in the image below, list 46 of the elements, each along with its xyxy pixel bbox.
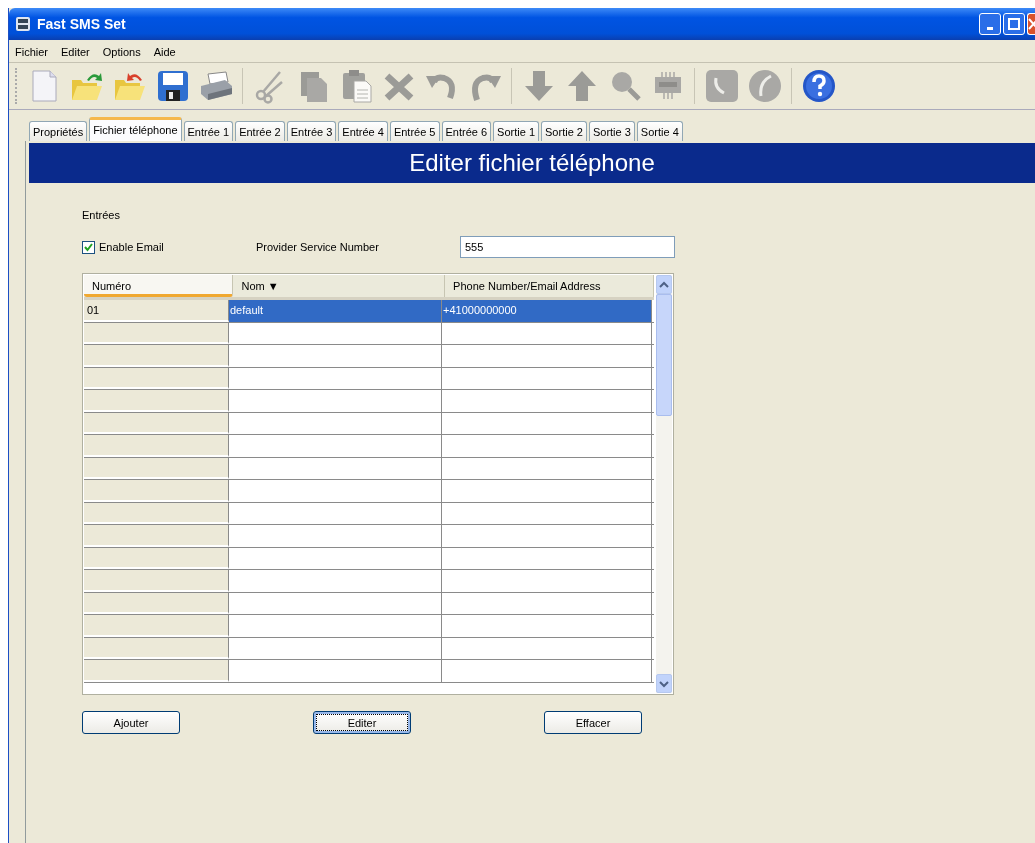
scrollbar[interactable] xyxy=(656,275,672,693)
app-icon xyxy=(15,16,31,32)
maximize-button[interactable] xyxy=(1003,13,1025,35)
tab[interactable]: Entrée 3 xyxy=(286,121,337,141)
tab[interactable]: Propriétés xyxy=(29,121,88,141)
panel-title: Editer fichier téléphone xyxy=(29,143,1035,183)
scroll-thumb[interactable] xyxy=(656,294,672,416)
tab[interactable]: Entrée 2 xyxy=(235,121,285,141)
minimize-icon xyxy=(987,26,993,30)
enable-email-checkbox[interactable]: Enable Email xyxy=(82,240,256,254)
scroll-down-button[interactable] xyxy=(656,674,672,693)
table-row[interactable]: 01 default +41000000000 xyxy=(84,300,654,323)
table-cell: 01 xyxy=(84,300,229,322)
scroll-up-button[interactable] xyxy=(656,275,672,294)
menu-item[interactable]: Aide xyxy=(152,46,177,58)
provider-label: Provider Service Number xyxy=(256,241,380,253)
tab[interactable]: Entrée 1 xyxy=(183,121,234,141)
tab[interactable]: Entrée 6 xyxy=(441,121,492,141)
menu-item[interactable]: Options xyxy=(101,46,142,58)
table-cell: +41000000000 xyxy=(442,300,652,322)
tab[interactable]: Sortie 1 xyxy=(493,121,539,141)
column-header[interactable]: Nom ▼ xyxy=(233,275,446,297)
tab[interactable]: Sortie 2 xyxy=(541,121,587,141)
column-header[interactable]: Phone Number/Email Address xyxy=(445,275,654,297)
chevron-up-icon xyxy=(659,280,669,289)
provider-number-field[interactable]: 555 xyxy=(460,236,675,258)
maximize-icon xyxy=(1008,18,1020,30)
tab[interactable]: Entrée 5 xyxy=(389,121,440,141)
menu-item[interactable]: Editer xyxy=(60,46,91,58)
tab[interactable]: Sortie 4 xyxy=(636,121,683,141)
tab[interactable]: Fichier téléphone xyxy=(89,117,182,141)
tab[interactable]: Entrée 4 xyxy=(338,121,388,141)
window-title: Fast SMS Set xyxy=(37,16,126,32)
checkbox[interactable] xyxy=(82,240,95,254)
chevron-down-icon xyxy=(659,679,669,688)
menu-item[interactable]: Fichier xyxy=(14,46,49,58)
table-cell: default xyxy=(229,300,442,322)
action-button[interactable]: Effacer xyxy=(544,711,642,734)
action-button[interactable]: Editer xyxy=(313,711,411,734)
close-icon xyxy=(1028,18,1035,30)
section-label: Entrées xyxy=(82,209,121,221)
minimize-button[interactable] xyxy=(979,13,1001,35)
help-button[interactable] xyxy=(800,67,837,105)
column-header[interactable]: Numéro xyxy=(84,275,234,297)
action-button[interactable]: Ajouter xyxy=(82,711,180,734)
tab[interactable]: Sortie 3 xyxy=(588,121,635,141)
